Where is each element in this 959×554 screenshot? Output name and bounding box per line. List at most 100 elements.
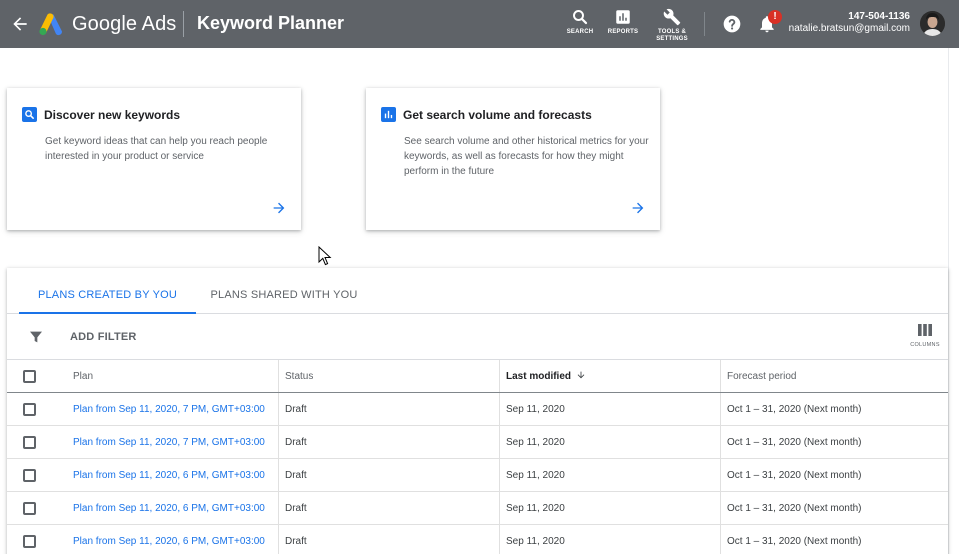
column-header-status[interactable]: Status [285, 360, 313, 392]
plans-tabs: PLANS CREATED BY YOU PLANS SHARED WITH Y… [7, 268, 948, 314]
plan-last-modified: Sep 11, 2020 [506, 470, 565, 481]
column-divider [278, 459, 279, 491]
column-divider [720, 525, 721, 554]
table-row[interactable]: Plan from Sep 11, 2020, 7 PM, GMT+03:00 … [7, 393, 948, 426]
tab-plans-shared-with-you[interactable]: PLANS SHARED WITH YOU [196, 268, 372, 314]
account-email: natalie.bratsun@gmail.com [788, 23, 910, 34]
wrench-icon [663, 8, 681, 26]
column-divider [499, 492, 500, 524]
tools-settings-button[interactable]: TOOLS & SETTINGS [652, 6, 692, 42]
filter-icon[interactable] [28, 329, 44, 345]
columns-button[interactable]: COLUMNS [905, 324, 945, 354]
plan-last-modified: Sep 11, 2020 [506, 503, 565, 514]
column-divider [499, 393, 500, 425]
column-divider [720, 360, 721, 392]
row-select-cell [23, 393, 37, 425]
column-divider [720, 426, 721, 458]
plan-last-modified: Sep 11, 2020 [506, 404, 565, 415]
table-row[interactable]: Plan from Sep 11, 2020, 7 PM, GMT+03:00 … [7, 426, 948, 459]
mouse-cursor-icon [318, 246, 332, 266]
tab-plans-created-by-you[interactable]: PLANS CREATED BY YOU [19, 268, 196, 314]
column-divider [720, 393, 721, 425]
plan-link[interactable]: Plan from Sep 11, 2020, 6 PM, GMT+03:00 [73, 459, 265, 491]
sort-descending-icon[interactable] [576, 370, 586, 380]
bar-chart-icon [384, 110, 393, 119]
row-select-cell [23, 426, 37, 458]
row-checkbox[interactable] [23, 535, 36, 548]
plan-link[interactable]: Plan from Sep 11, 2020, 6 PM, GMT+03:00 [73, 492, 265, 524]
search-icon [573, 10, 588, 25]
card-header: Get search volume and forecasts [381, 107, 592, 122]
arrow-forward-icon[interactable] [271, 200, 287, 216]
column-header-last-modified[interactable]: Last modified [506, 360, 586, 392]
table-row[interactable]: Plan from Sep 11, 2020, 6 PM, GMT+03:00 … [7, 492, 948, 525]
card-title: Discover new keywords [44, 107, 181, 122]
plan-last-modified: Sep 11, 2020 [506, 536, 565, 547]
google-ads-logo-icon [39, 13, 63, 36]
row-checkbox[interactable] [23, 403, 36, 416]
table-header-row: Plan Status Last modified Forecast perio… [7, 360, 948, 393]
row-select-cell [23, 459, 37, 491]
back-arrow-icon[interactable] [10, 14, 30, 34]
table-row[interactable]: Plan from Sep 11, 2020, 6 PM, GMT+03:00 … [7, 459, 948, 492]
page-title: Keyword Planner [197, 13, 345, 33]
card-header: Discover new keywords [22, 107, 180, 122]
plan-forecast-period: Oct 1 – 31, 2020 (Next month) [727, 470, 862, 481]
search-icon [25, 110, 34, 119]
plans-table: Plan Status Last modified Forecast perio… [7, 360, 948, 554]
avatar[interactable] [920, 11, 945, 36]
plan-status: Draft [285, 437, 307, 448]
header-separator [183, 11, 184, 37]
card-title: Get search volume and forecasts [403, 107, 592, 122]
plan-link[interactable]: Plan from Sep 11, 2020, 7 PM, GMT+03:00 [73, 426, 265, 458]
column-divider [499, 525, 500, 554]
account-id: 147-504-1136 [848, 11, 910, 22]
column-divider [499, 426, 500, 458]
plan-link[interactable]: Plan from Sep 11, 2020, 6 PM, GMT+03:00 [73, 525, 265, 554]
table-row[interactable]: Plan from Sep 11, 2020, 6 PM, GMT+03:00 … [7, 525, 948, 554]
plan-link[interactable]: Plan from Sep 11, 2020, 7 PM, GMT+03:00 [73, 393, 265, 425]
help-icon[interactable] [722, 14, 742, 34]
column-divider [499, 360, 500, 392]
column-header-last-modified-label: Last modified [506, 371, 572, 382]
select-all-checkbox[interactable] [23, 370, 36, 383]
page-scrollbar[interactable] [948, 48, 959, 554]
filter-bar: ADD FILTER COLUMNS [7, 314, 948, 360]
columns-icon [918, 324, 932, 336]
row-checkbox[interactable] [23, 502, 36, 515]
column-header-plan[interactable]: Plan [73, 360, 93, 392]
plan-status: Draft [285, 470, 307, 481]
user-avatar-icon [920, 11, 945, 36]
row-checkbox[interactable] [23, 436, 36, 449]
search-tool-label: SEARCH [566, 29, 594, 35]
select-all-cell [23, 360, 37, 392]
row-select-cell [23, 525, 37, 554]
add-filter-button[interactable]: ADD FILTER [70, 331, 137, 343]
plan-status: Draft [285, 536, 307, 547]
plan-status: Draft [285, 503, 307, 514]
column-divider [278, 492, 279, 524]
plan-forecast-period: Oct 1 – 31, 2020 (Next month) [727, 437, 862, 448]
google-ads-brand[interactable]: Google Ads [38, 10, 176, 38]
column-header-forecast-period[interactable]: Forecast period [727, 360, 796, 392]
card-description: Get keyword ideas that can help you reac… [45, 136, 268, 162]
reports-tool-label: REPORTS [607, 29, 639, 35]
discover-keywords-card[interactable]: Discover new keywords Get keyword ideas … [7, 88, 301, 230]
row-select-cell [23, 492, 37, 524]
search-volume-forecasts-card[interactable]: Get search volume and forecasts See sear… [366, 88, 660, 230]
top-app-bar: Google Ads Keyword Planner SEARCH REPORT… [0, 0, 959, 48]
card-icon-box [381, 107, 396, 122]
plan-forecast-period: Oct 1 – 31, 2020 (Next month) [727, 503, 862, 514]
plan-status: Draft [285, 404, 307, 415]
account-info[interactable]: 147-504-1136 natalie.bratsun@gmail.com [789, 11, 910, 35]
header-divider [704, 12, 705, 36]
column-divider [278, 360, 279, 392]
plans-panel: PLANS CREATED BY YOU PLANS SHARED WITH Y… [7, 268, 948, 554]
column-divider [499, 459, 500, 491]
reports-tool-button[interactable]: REPORTS [603, 6, 643, 42]
plan-forecast-period: Oct 1 – 31, 2020 (Next month) [727, 404, 862, 415]
arrow-forward-icon[interactable] [630, 200, 646, 216]
search-tool-button[interactable]: SEARCH [560, 6, 600, 42]
column-divider [720, 492, 721, 524]
row-checkbox[interactable] [23, 469, 36, 482]
